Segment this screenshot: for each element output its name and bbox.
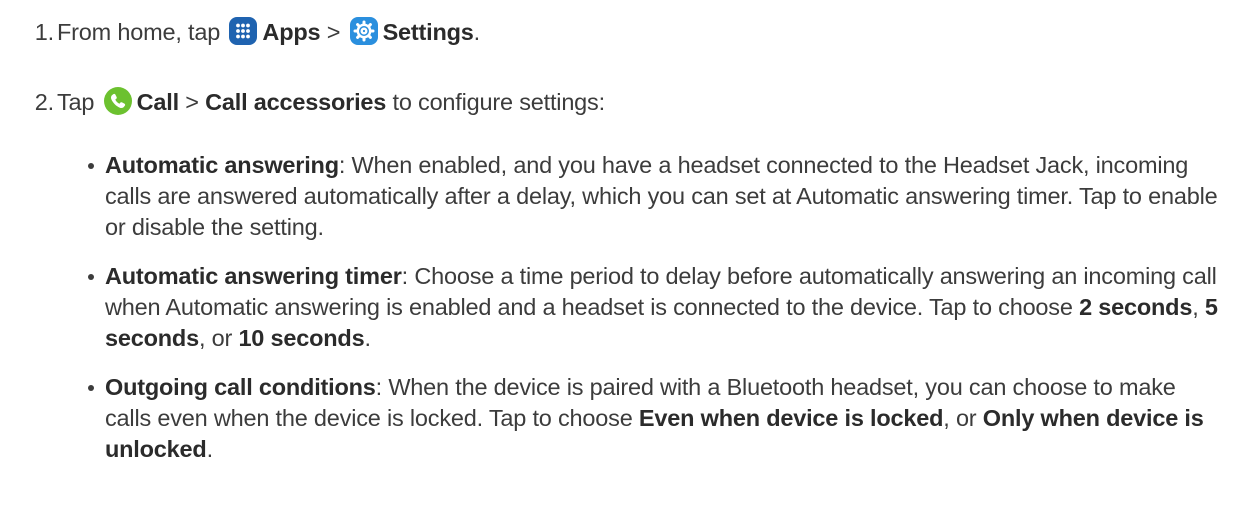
phone-call-icon: [103, 86, 133, 116]
list-item-outgoing-call-conditions: Outgoing call conditions: When the devic…: [88, 372, 1218, 465]
bullet-dot: [88, 385, 94, 391]
setting-title: Outgoing call conditions: [105, 374, 376, 400]
bullet-dot: [88, 274, 94, 280]
menu-separator: >: [320, 19, 347, 45]
call-accessories-label: Call accessories: [205, 89, 387, 115]
step-prefix: Tap: [57, 89, 95, 115]
settings-label: Settings: [382, 19, 474, 45]
step-1: 1. From home, tap Apps > Settings.: [0, 12, 1200, 52]
bullet-dot: [88, 163, 94, 169]
option-2-seconds: 2 seconds: [1079, 294, 1193, 320]
option-even-when-locked: Even when device is locked: [638, 405, 944, 431]
apps-grid-icon: [228, 16, 258, 46]
step-text: Tap Call > Call accessories to configure…: [57, 82, 605, 122]
settings-gear-icon: [349, 16, 379, 46]
sentence-end: .: [206, 436, 214, 462]
option-separator: , or: [198, 325, 239, 351]
step-number: 2.: [34, 89, 54, 115]
option-10-seconds: 10 seconds: [238, 325, 365, 351]
step-suffix: .: [473, 19, 481, 45]
option-separator: , or: [943, 405, 983, 431]
menu-separator: >: [178, 89, 206, 115]
step-2: 2. Tap Call > Call accessories to config…: [0, 82, 1200, 122]
step-suffix: to configure settings:: [386, 89, 605, 115]
call-label: Call: [136, 89, 180, 115]
apps-label: Apps: [262, 19, 321, 45]
setting-title: Automatic answering timer: [105, 263, 402, 289]
step-number: 1.: [34, 19, 54, 45]
setting-title: Automatic answering: [105, 152, 339, 178]
settings-list: Automatic answering: When enabled, and y…: [88, 150, 1218, 483]
step-prefix: From home, tap: [57, 19, 221, 45]
option-separator: ,: [1192, 294, 1205, 320]
list-item-automatic-answering: Automatic answering: When enabled, and y…: [88, 150, 1218, 243]
step-text: From home, tap Apps > Settings.: [57, 12, 480, 52]
list-item-automatic-answering-timer: Automatic answering timer: Choose a time…: [88, 261, 1218, 354]
sentence-end: .: [364, 325, 371, 351]
